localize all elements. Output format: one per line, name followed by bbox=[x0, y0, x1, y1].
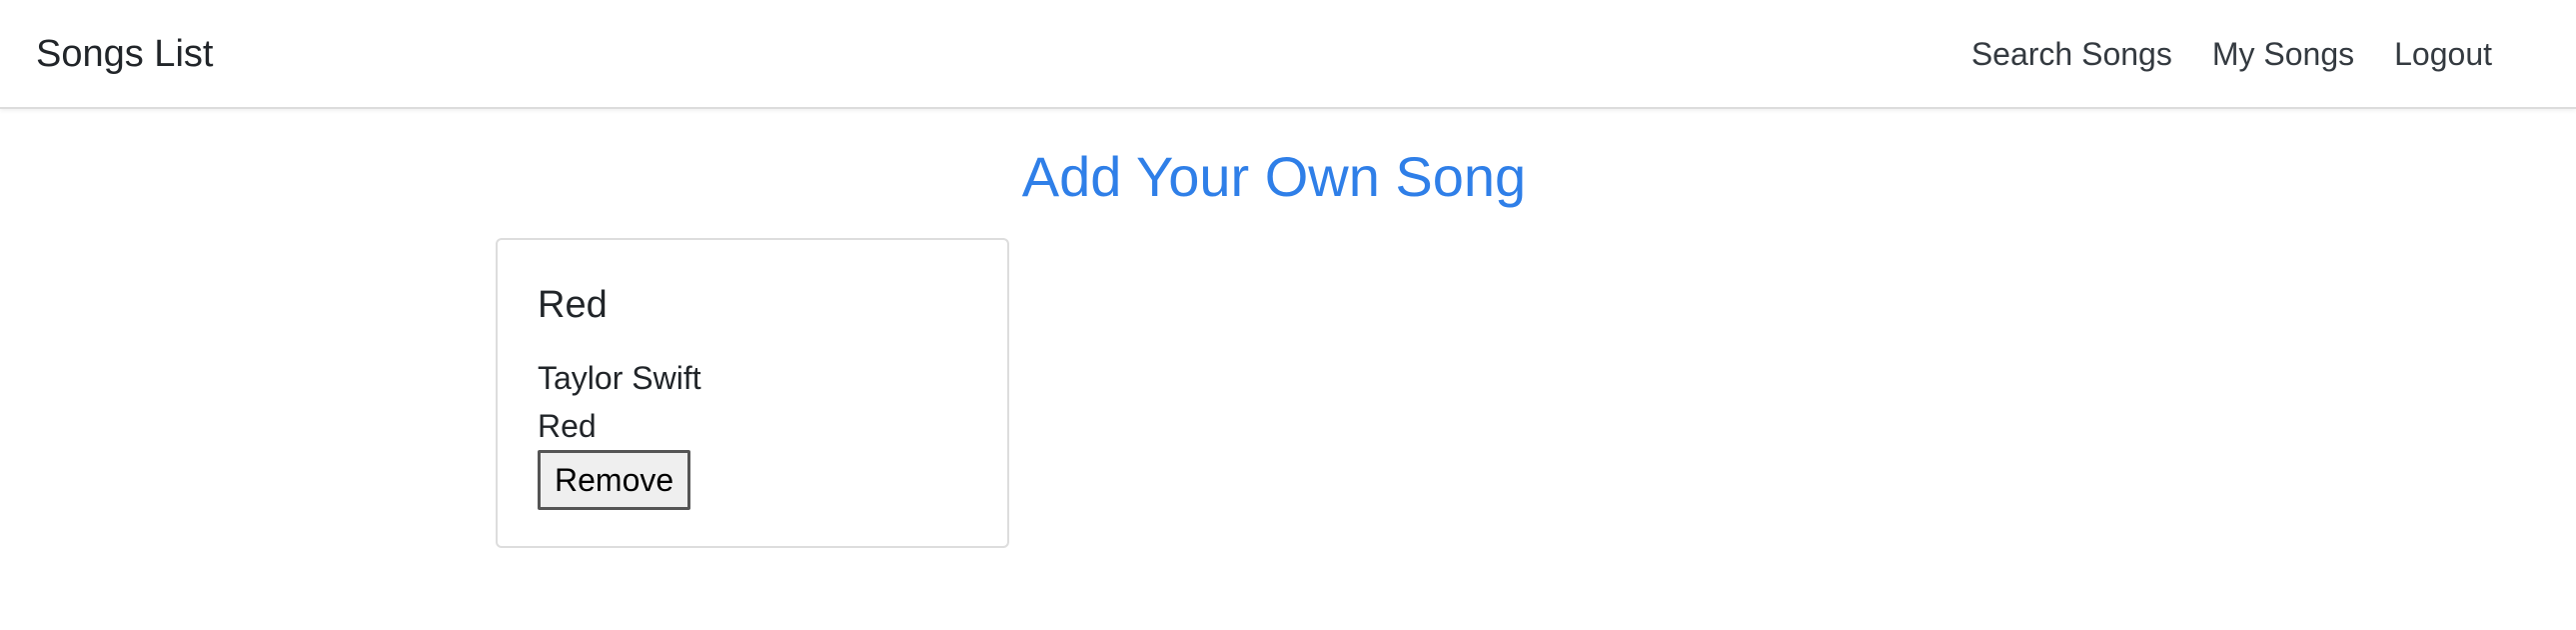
page-title: Add Your Own Song bbox=[1021, 145, 1527, 208]
navbar-links: Search Songs My Songs Logout bbox=[1971, 26, 2492, 82]
nav-link-search-songs[interactable]: Search Songs bbox=[1971, 26, 2172, 82]
song-album: Red bbox=[538, 408, 597, 444]
song-title: Red bbox=[538, 284, 608, 326]
nav-link-logout[interactable]: Logout bbox=[2394, 26, 2492, 82]
remove-song-button[interactable]: Remove bbox=[538, 450, 691, 510]
top-navbar: Songs List Search Songs My Songs Logout bbox=[0, 0, 2576, 109]
nav-link-my-songs[interactable]: My Songs bbox=[2212, 26, 2354, 82]
navbar-brand[interactable]: Songs List bbox=[36, 26, 213, 82]
song-artist: Taylor Swift bbox=[538, 360, 701, 396]
song-card: Red Taylor Swift Red Remove bbox=[496, 238, 1009, 548]
